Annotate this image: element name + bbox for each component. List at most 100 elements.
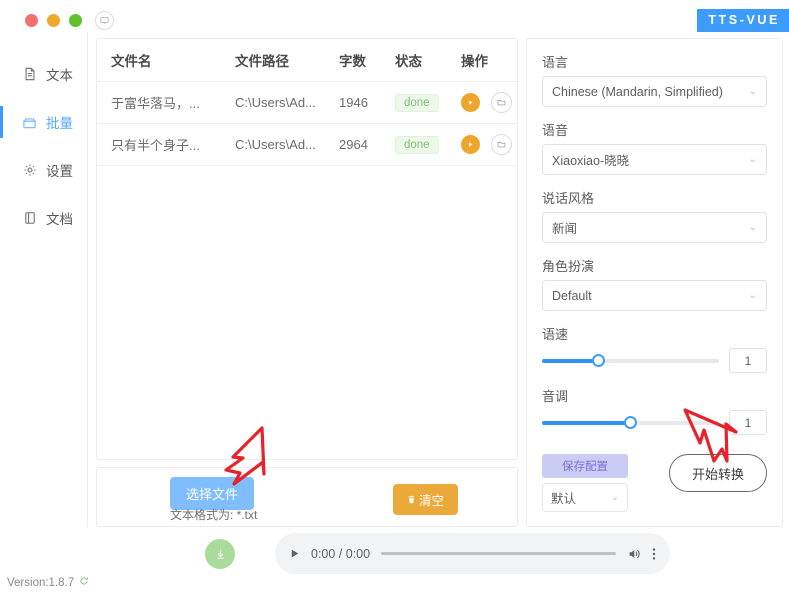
speed-label: 语速 <box>542 327 569 342</box>
play-icon[interactable] <box>461 93 480 112</box>
column-header-operations: 操作 <box>461 39 517 82</box>
pitch-slider[interactable] <box>542 416 719 429</box>
batch-box-icon <box>22 115 37 130</box>
folder-icon[interactable] <box>491 92 512 113</box>
cell-filepath: C:\Users\Ad... <box>235 123 339 166</box>
voice-settings-panel: 语言 Chinese (Mandarin, Simplified) ⌄ 语音 X… <box>526 38 783 527</box>
pitch-slider-fill <box>542 420 631 425</box>
cell-wordcount: 1946 <box>339 81 395 124</box>
voice-value: Xiaoxiao-晓晓 <box>552 154 630 168</box>
file-list-panel: 文件名 文件路径 字数 状态 操作 于富华落马，... C:\Users\Ad.… <box>96 38 518 460</box>
document-icon <box>22 67 37 82</box>
settings-footer: 保存配置 默认 ⌄ 开始转换 <box>542 454 767 512</box>
book-icon <box>22 211 37 226</box>
play-icon[interactable] <box>461 135 480 154</box>
sidebar-active-indicator <box>0 154 3 186</box>
chevron-down-icon: ⌄ <box>748 154 757 165</box>
sidebar-item-docs[interactable]: 文档 <box>0 194 87 242</box>
cell-status: done <box>395 81 461 124</box>
preset-select[interactable]: 默认 ⌄ <box>542 483 628 512</box>
save-config-button[interactable]: 保存配置 <box>542 454 628 478</box>
voice-label: 语音 <box>542 123 569 138</box>
file-format-hint: 文本格式为: *.txt <box>170 508 258 522</box>
table-row[interactable]: 于富华落马，... C:\Users\Ad... 1946 done <box>97 81 517 124</box>
sidebar-item-label: 批量 <box>46 116 73 131</box>
volume-icon[interactable] <box>627 547 641 561</box>
cell-wordcount: 2964 <box>339 123 395 166</box>
speed-slider[interactable] <box>542 354 719 367</box>
sidebar-item-label: 文档 <box>46 212 73 227</box>
file-table: 文件名 文件路径 字数 状态 操作 于富华落马，... C:\Users\Ad.… <box>97 39 517 166</box>
style-label: 说话风格 <box>542 191 595 206</box>
start-convert-button[interactable]: 开始转换 <box>669 454 767 492</box>
role-field: 角色扮演 Default ⌄ <box>542 256 767 311</box>
title-bar: TTS-VUE <box>0 0 789 32</box>
voice-select[interactable]: Xiaoxiao-晓晓 ⌄ <box>542 144 767 175</box>
sidebar-item-batch[interactable]: 批量 <box>0 98 87 146</box>
cell-filename: 只有半个身子... <box>97 123 235 166</box>
play-icon[interactable] <box>289 548 300 559</box>
pitch-value[interactable]: 1 <box>729 410 767 435</box>
version-text: Version:1.8.7 <box>7 576 75 589</box>
sidebar-item-text[interactable]: 文本 <box>0 50 87 98</box>
cell-operations <box>461 123 517 166</box>
style-field: 说话风格 新闻 ⌄ <box>542 188 767 243</box>
refresh-icon[interactable] <box>79 576 89 589</box>
chevron-down-icon: ⌄ <box>748 290 757 301</box>
sidebar-item-settings[interactable]: 设置 <box>0 146 87 194</box>
main-content: 文件名 文件路径 字数 状态 操作 于富华落马，... C:\Users\Ad.… <box>88 32 524 527</box>
app-window: TTS-VUE 文本 批量 设置 文档 文件名 文件路径 字数 状态 操作 于富… <box>0 0 789 597</box>
preset-value: 默认 <box>551 492 577 506</box>
speed-field: 语速 1 <box>542 324 767 373</box>
role-select[interactable]: Default ⌄ <box>542 280 767 311</box>
file-actions-panel: 选择文件 文本格式为: *.txt 清空 <box>96 467 518 527</box>
config-preset-group: 保存配置 默认 ⌄ <box>542 454 628 512</box>
style-select[interactable]: 新闻 ⌄ <box>542 212 767 243</box>
language-value: Chinese (Mandarin, Simplified) <box>552 84 723 99</box>
language-select[interactable]: Chinese (Mandarin, Simplified) ⌄ <box>542 76 767 107</box>
language-field: 语言 Chinese (Mandarin, Simplified) ⌄ <box>542 52 767 107</box>
sidebar-active-indicator <box>0 106 3 138</box>
table-header-row: 文件名 文件路径 字数 状态 操作 <box>97 39 517 82</box>
maximize-window-button[interactable] <box>69 14 82 27</box>
sidebar-item-label: 设置 <box>46 164 73 179</box>
sidebar: 文本 批量 设置 文档 <box>0 32 88 527</box>
chevron-down-icon: ⌄ <box>610 492 619 503</box>
audio-player: 0:00 / 0:00 <box>275 533 670 574</box>
cell-operations <box>461 81 517 124</box>
voice-field: 语音 Xiaoxiao-晓晓 ⌄ <box>542 120 767 175</box>
gear-icon <box>22 163 37 178</box>
app-brand-logo: TTS-VUE <box>697 9 789 32</box>
speed-slider-fill <box>542 358 599 363</box>
column-header-filename: 文件名 <box>97 39 235 82</box>
version-label: Version:1.8.7 <box>7 576 89 589</box>
sidebar-active-indicator <box>0 202 3 234</box>
app-body: 文本 批量 设置 文档 文件名 文件路径 字数 状态 操作 于富华落马，... … <box>0 32 789 527</box>
footer-bar: Version:1.8.7 0:00 / 0:00 <box>0 527 789 597</box>
status-badge: done <box>395 93 439 112</box>
more-vertical-icon[interactable] <box>652 547 656 561</box>
clear-label: 清空 <box>419 494 445 508</box>
download-icon[interactable] <box>205 539 235 569</box>
speed-slider-thumb[interactable] <box>592 354 606 367</box>
clear-list-button[interactable]: 清空 <box>393 484 459 515</box>
pitch-label: 音调 <box>542 389 569 404</box>
close-window-button[interactable] <box>25 14 38 27</box>
folder-icon[interactable] <box>491 134 512 155</box>
playback-progress-bar[interactable] <box>381 552 616 555</box>
column-header-filepath: 文件路径 <box>235 39 339 82</box>
monitor-icon[interactable] <box>95 11 114 30</box>
cell-filename: 于富华落马，... <box>97 81 235 124</box>
window-controls <box>25 11 114 30</box>
pitch-slider-thumb[interactable] <box>624 416 637 429</box>
speed-value[interactable]: 1 <box>729 348 767 373</box>
sidebar-item-label: 文本 <box>46 68 73 83</box>
language-label: 语言 <box>542 55 569 70</box>
style-value: 新闻 <box>552 222 578 236</box>
minimize-window-button[interactable] <box>47 14 60 27</box>
role-label: 角色扮演 <box>542 259 595 274</box>
settings-panel-wrapper: 语言 Chinese (Mandarin, Simplified) ⌄ 语音 X… <box>524 32 789 527</box>
role-value: Default <box>552 288 592 303</box>
table-row[interactable]: 只有半个身子... C:\Users\Ad... 2964 done <box>97 123 517 166</box>
column-header-wordcount: 字数 <box>339 39 395 82</box>
